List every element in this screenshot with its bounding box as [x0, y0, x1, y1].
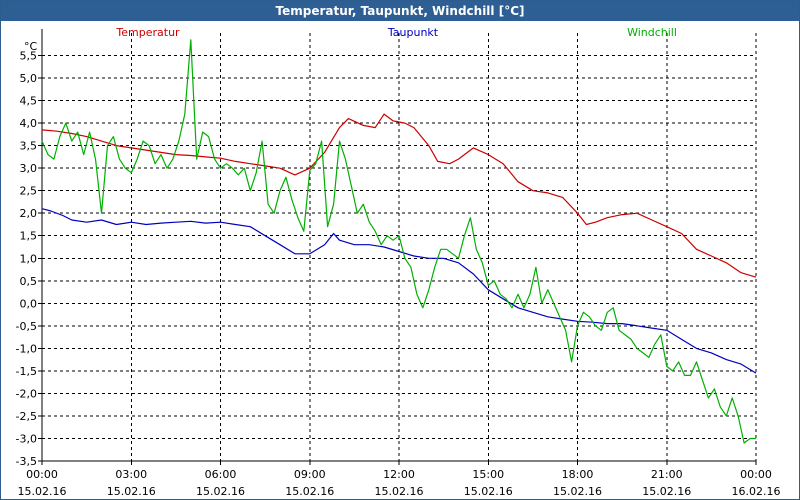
y-tick-label: 0,0 [20, 297, 38, 310]
chart-canvas: 5,55,04,54,03,53,02,52,01,51,00,50,0-0,5… [16, 26, 781, 498]
x-tick-time: 00:00 [740, 468, 772, 481]
y-tick-label: 0,5 [20, 275, 38, 288]
legend-entry-windchill: Windchill [627, 26, 677, 39]
x-tick-time: 06:00 [205, 468, 237, 481]
x-tick-date: 15.02.16 [107, 485, 156, 498]
legend-entry-taupunkt: Taupunkt [387, 26, 439, 39]
y-tick-labels: 5,55,04,54,03,53,02,52,01,51,00,50,0-0,5… [16, 50, 37, 468]
x-tick-time: 21:00 [651, 468, 683, 481]
y-tick-label: 3,5 [20, 140, 38, 153]
axes-layer [38, 29, 757, 465]
y-tick-label: -0,5 [16, 320, 37, 333]
y-tick-label: -2,5 [16, 410, 37, 423]
y-tick-label: -2,0 [16, 387, 37, 400]
legend-entry-temperatur: Temperatur [115, 26, 180, 39]
x-tick-time: 00:00 [26, 468, 58, 481]
y-tick-label: 1,5 [20, 230, 38, 243]
x-tick-time: 09:00 [294, 468, 326, 481]
x-tick-date: 15.02.16 [375, 485, 424, 498]
x-tick-date: 15.02.16 [642, 485, 691, 498]
x-tick-date: 16.02.16 [732, 485, 781, 498]
x-tick-date: 15.02.16 [553, 485, 602, 498]
y-tick-label: -1,5 [16, 365, 37, 378]
y-tick-label: 4,5 [20, 95, 38, 108]
x-tick-time: 18:00 [562, 468, 594, 481]
y-axis-unit-label: °C [24, 40, 38, 53]
y-tick-label: 3,0 [20, 162, 38, 175]
x-tick-time: 03:00 [115, 468, 147, 481]
x-tick-date: 15.02.16 [18, 485, 67, 498]
x-tick-date: 15.02.16 [196, 485, 245, 498]
y-tick-label: 5,0 [20, 72, 38, 85]
y-tick-label: -1,0 [16, 342, 37, 355]
legend: Temperatur Taupunkt Windchill [115, 26, 677, 39]
x-tick-date: 15.02.16 [285, 485, 334, 498]
y-tick-label: 1,0 [20, 252, 38, 265]
y-tick-label: 2,5 [20, 185, 38, 198]
x-tick-time: 12:00 [383, 468, 415, 481]
grid-layer [42, 33, 756, 462]
x-tick-labels: 00:00 15.02.16 03:00 15.02.16 06:00 15.02.16 0… [18, 468, 781, 498]
y-tick-label: 2,0 [20, 207, 38, 220]
y-tick-label: -3,5 [16, 455, 37, 468]
y-tick-label: -3,0 [16, 432, 37, 445]
x-tick-date: 15.02.16 [464, 485, 513, 498]
x-tick-time: 15:00 [472, 468, 504, 481]
window-title: Temperatur, Taupunkt, Windchill [°C] [1, 1, 799, 21]
y-tick-label: 4,0 [20, 117, 38, 130]
